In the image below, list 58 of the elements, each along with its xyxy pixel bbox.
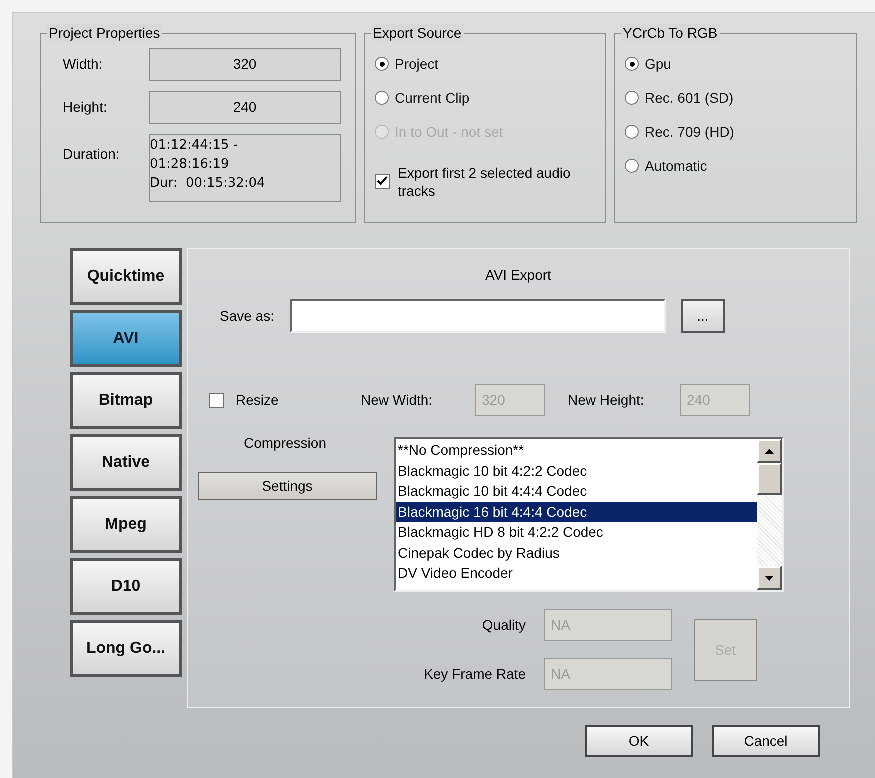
radio-label: Rec. 601 (SD)	[645, 88, 734, 108]
readonly-field: 240	[149, 91, 341, 124]
field-label: Key Frame Rate	[423, 664, 527, 684]
format-tab[interactable]: Native	[70, 434, 182, 491]
browse-button[interactable]: ...	[681, 299, 725, 333]
duration-text: 01:12:44:15 -	[150, 137, 240, 155]
radio-button[interactable]	[625, 125, 639, 139]
codec-list[interactable]: **No Compression** Blackmagic 10 bit 4:2:2 Codec Blackmagic 10 bit 4:4:4 Codec Blackmagic 16 bit 4:4:4 Codec Blackmagic HD 8 bit 4:2:2 Codec Cinepak Codec by Radius DV Video Encoder	[394, 437, 784, 592]
radio-button[interactable]	[625, 57, 639, 71]
field-label: Height:	[63, 98, 108, 117]
codec-item[interactable]: Blackmagic 10 bit 4:2:2 Codec	[396, 460, 757, 481]
panel-title: AVI Export	[486, 266, 552, 285]
compression-label: Compression	[244, 434, 328, 453]
dialog-button[interactable]: OK	[585, 725, 693, 757]
radio-button[interactable]	[625, 159, 639, 173]
format-tab[interactable]: Mpeg	[70, 496, 182, 553]
format-tab[interactable]: Quicktime	[70, 248, 182, 305]
checkbox[interactable]	[375, 174, 390, 189]
format-tab[interactable]: AVI	[70, 310, 182, 367]
group-title: YCrCb To RGB	[621, 24, 720, 42]
codec-item[interactable]: Blackmagic HD 8 bit 4:2:2 Codec	[396, 522, 757, 542]
codec-item[interactable]: Cinepak Codec by Radius	[396, 542, 757, 563]
field-label: Width:	[63, 55, 104, 74]
group-title: Export Source	[371, 24, 464, 42]
save-as-field[interactable]	[290, 299, 666, 333]
field-label: Save as:	[220, 306, 276, 326]
codec-item[interactable]: DV Video Encoder	[396, 563, 757, 584]
checkbox-label: Export first 2 selected audio tracks	[398, 164, 572, 200]
scroll-up-icon[interactable]	[757, 439, 782, 463]
radio-button[interactable]	[375, 91, 389, 105]
radio-label: Current Clip	[395, 88, 470, 108]
duration-text: Dur: 00:15:32:04	[150, 175, 266, 193]
codec-item[interactable]: Blackmagic 16 bit 4:4:4 Codec	[396, 502, 757, 522]
group-title: Project Properties	[47, 24, 162, 42]
radio-button[interactable]	[625, 91, 639, 105]
settings-button[interactable]: Settings	[198, 472, 377, 500]
field-label: New Width:	[361, 390, 434, 410]
codec-item[interactable]: Blackmagic 10 bit 4:4:4 Codec	[396, 481, 757, 502]
codec-item[interactable]: **No Compression**	[396, 440, 757, 460]
format-tab[interactable]: D10	[70, 558, 182, 615]
format-tab[interactable]: Long Go...	[70, 620, 182, 677]
dialog-button[interactable]: Cancel	[712, 725, 820, 757]
duration-text: 01:28:16:19	[150, 156, 230, 174]
readonly-field: 320	[149, 48, 341, 81]
format-tab[interactable]: Bitmap	[70, 372, 182, 429]
radio-label: Project	[395, 54, 439, 74]
field-label: Quality	[481, 616, 527, 635]
field-label: Duration:	[63, 145, 121, 164]
radio-label: Automatic	[645, 156, 708, 176]
checkbox-label: Resize	[236, 390, 280, 410]
radio-button[interactable]	[375, 57, 389, 71]
scroll-down-icon[interactable]	[757, 566, 782, 590]
scroll-thumb[interactable]	[757, 463, 782, 495]
field-label: New Height:	[568, 390, 646, 410]
radio-label: Gpu	[645, 54, 672, 74]
radio-label: Rec. 709 (HD)	[645, 122, 734, 142]
scrollbar[interactable]	[757, 439, 782, 590]
checkbox[interactable]	[209, 392, 224, 408]
